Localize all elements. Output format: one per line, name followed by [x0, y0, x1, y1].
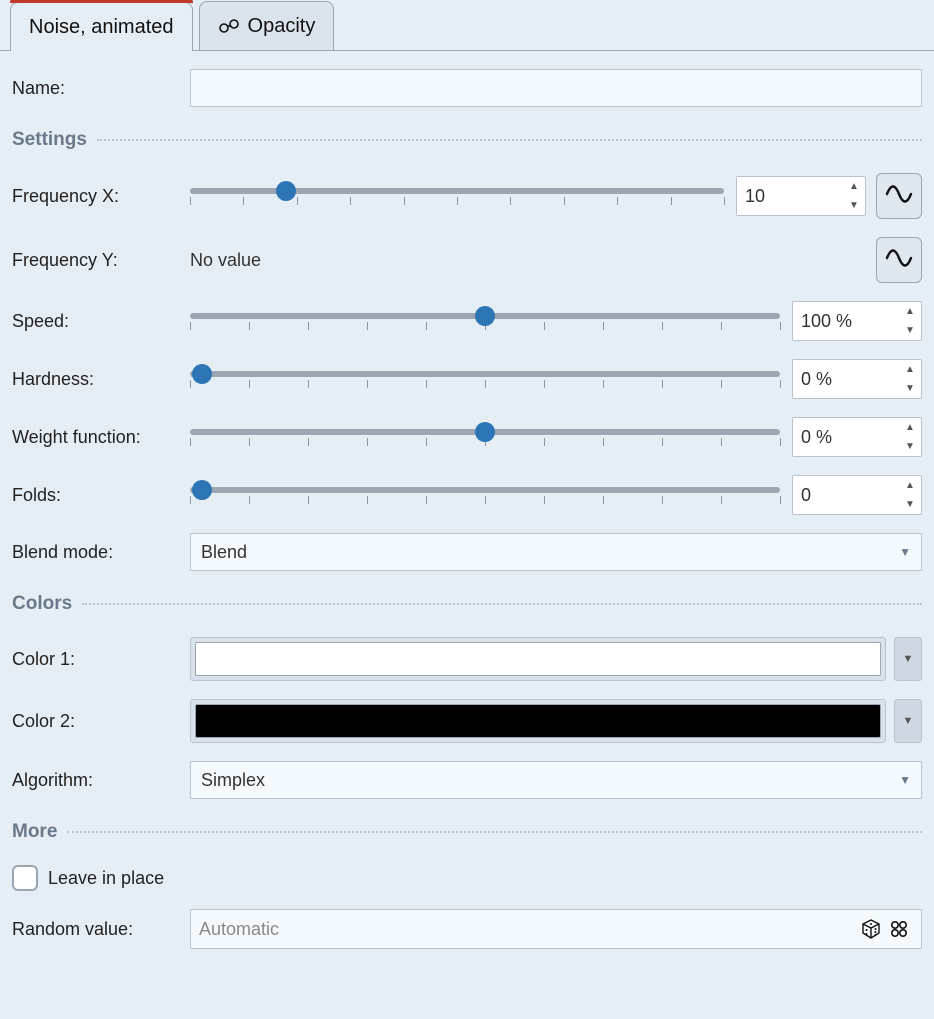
name-row: Name: — [12, 69, 922, 107]
folds-row: Folds: ▲ ▼ — [12, 475, 922, 515]
hardness-value[interactable] — [793, 360, 899, 398]
frequency-x-label: Frequency X: — [12, 186, 190, 207]
spin-up-icon[interactable]: ▲ — [899, 476, 921, 495]
folds-spinner[interactable]: ▲ ▼ — [792, 475, 922, 515]
algorithm-select[interactable]: Simplex ▼ — [190, 761, 922, 799]
dice-icon[interactable] — [857, 915, 885, 943]
wave-icon — [885, 184, 913, 209]
divider — [82, 603, 922, 605]
leave-in-place-row: Leave in place — [12, 865, 922, 891]
spin-down-icon[interactable]: ▼ — [899, 437, 921, 456]
color2-dropdown[interactable]: ▼ — [894, 699, 922, 743]
clover-icon[interactable] — [885, 915, 913, 943]
spin-up-icon[interactable]: ▲ — [899, 302, 921, 321]
spin-down-icon[interactable]: ▼ — [899, 495, 921, 514]
speed-label: Speed: — [12, 311, 190, 332]
tab-label: Noise, animated — [29, 16, 174, 39]
blend-mode-select[interactable]: Blend ▼ — [190, 533, 922, 571]
random-value-label: Random value: — [12, 919, 190, 940]
color2-row: Color 2: ▼ — [12, 699, 922, 743]
frequency-x-spinner[interactable]: ▲ ▼ — [736, 176, 866, 216]
divider — [67, 831, 922, 833]
hardness-spinner[interactable]: ▲ ▼ — [792, 359, 922, 399]
wave-icon — [885, 248, 913, 273]
section-more: More — [12, 821, 922, 843]
weight-fn-label: Weight function: — [12, 427, 190, 448]
tab-noise-animated[interactable]: Noise, animated — [10, 2, 193, 51]
frequency-x-curve-button[interactable] — [876, 173, 922, 219]
spin-down-icon[interactable]: ▼ — [899, 321, 921, 340]
spin-up-icon[interactable]: ▲ — [899, 418, 921, 437]
speed-value[interactable] — [793, 302, 899, 340]
weight-fn-slider[interactable] — [190, 419, 780, 455]
spin-down-icon[interactable]: ▼ — [843, 196, 865, 215]
folds-slider[interactable] — [190, 477, 780, 513]
divider — [97, 139, 922, 141]
tab-label: Opacity — [248, 15, 316, 38]
link-icon — [218, 17, 240, 35]
speed-row: Speed: ▲ ▼ — [12, 301, 922, 341]
section-settings: Settings — [12, 129, 922, 151]
frequency-x-value[interactable] — [737, 177, 843, 215]
spin-up-icon[interactable]: ▲ — [899, 360, 921, 379]
random-value-input[interactable]: Automatic — [190, 909, 922, 949]
color2-label: Color 2: — [12, 711, 190, 732]
frequency-x-slider[interactable] — [190, 178, 724, 214]
weight-fn-spinner[interactable]: ▲ ▼ — [792, 417, 922, 457]
random-value-placeholder: Automatic — [199, 919, 857, 940]
folds-value[interactable] — [793, 476, 899, 514]
frequency-y-row: Frequency Y: No value — [12, 237, 922, 283]
color2-swatch[interactable] — [190, 699, 886, 743]
speed-slider[interactable] — [190, 303, 780, 339]
speed-spinner[interactable]: ▲ ▼ — [792, 301, 922, 341]
name-label: Name: — [12, 78, 190, 99]
tab-bar: Noise, animated Opacity — [0, 0, 934, 51]
tab-opacity[interactable]: Opacity — [199, 1, 335, 50]
chevron-down-icon: ▼ — [903, 653, 914, 665]
random-value-row: Random value: Automatic — [12, 909, 922, 949]
frequency-y-label: Frequency Y: — [12, 250, 190, 271]
folds-label: Folds: — [12, 485, 190, 506]
weight-fn-value[interactable] — [793, 418, 899, 456]
frequency-x-row: Frequency X: ▲ ▼ — [12, 173, 922, 219]
hardness-row: Hardness: ▲ ▼ — [12, 359, 922, 399]
noise-panel: Noise, animated Opacity Name: Set — [0, 0, 934, 969]
weight-fn-row: Weight function: ▲ ▼ — [12, 417, 922, 457]
algorithm-value: Simplex — [201, 770, 265, 791]
frequency-y-novalue: No value — [190, 250, 876, 271]
algorithm-row: Algorithm: Simplex ▼ — [12, 761, 922, 799]
leave-in-place-checkbox[interactable] — [12, 865, 38, 891]
section-colors: Colors — [12, 593, 922, 615]
spin-down-icon[interactable]: ▼ — [899, 379, 921, 398]
leave-in-place-label: Leave in place — [48, 868, 164, 889]
color1-dropdown[interactable]: ▼ — [894, 637, 922, 681]
chevron-down-icon: ▼ — [899, 545, 911, 559]
chevron-down-icon: ▼ — [903, 715, 914, 727]
hardness-slider[interactable] — [190, 361, 780, 397]
algorithm-label: Algorithm: — [12, 770, 190, 791]
color1-swatch[interactable] — [190, 637, 886, 681]
blend-mode-label: Blend mode: — [12, 542, 190, 563]
frequency-y-curve-button[interactable] — [876, 237, 922, 283]
color1-label: Color 1: — [12, 649, 190, 670]
hardness-label: Hardness: — [12, 369, 190, 390]
blend-mode-row: Blend mode: Blend ▼ — [12, 533, 922, 571]
blend-mode-value: Blend — [201, 542, 247, 563]
spin-up-icon[interactable]: ▲ — [843, 177, 865, 196]
color1-row: Color 1: ▼ — [12, 637, 922, 681]
chevron-down-icon: ▼ — [899, 773, 911, 787]
name-input[interactable] — [190, 69, 922, 107]
